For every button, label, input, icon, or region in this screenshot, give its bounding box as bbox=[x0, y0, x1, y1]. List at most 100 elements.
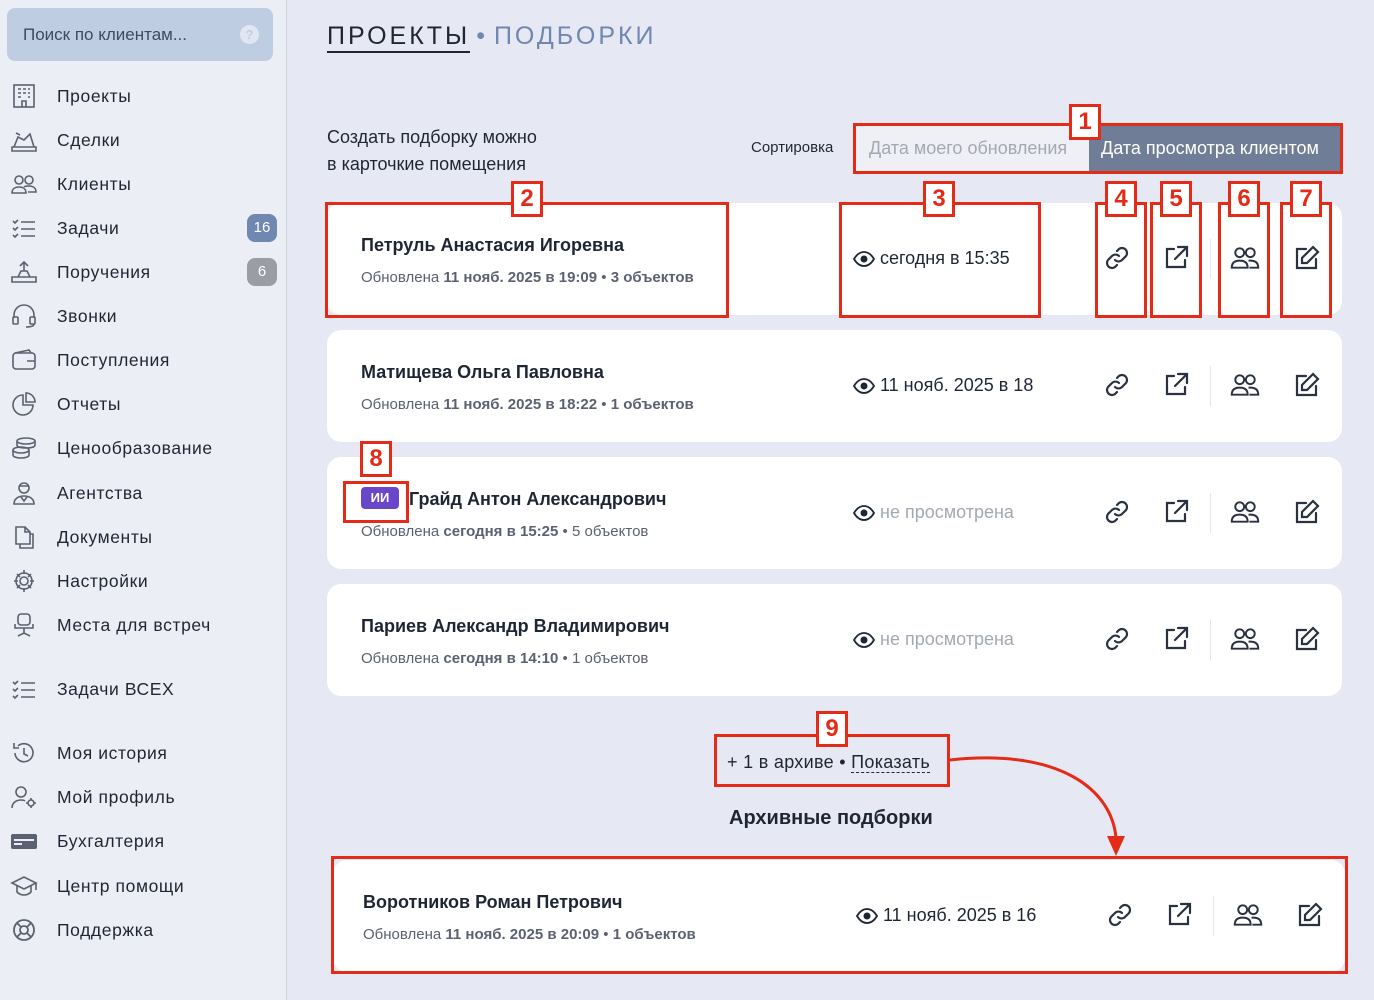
client-access-button[interactable] bbox=[1230, 624, 1264, 654]
tasks-count-badge: 16 bbox=[247, 214, 277, 242]
viewed-text: не просмотрена bbox=[880, 502, 1014, 522]
annotation-box-4 bbox=[1095, 202, 1147, 318]
collection-card[interactable]: ИИ Грайд Антон Александрович Обновлена с… bbox=[327, 457, 1342, 569]
tab-projects[interactable]: ПРОЕКТЫ bbox=[327, 22, 471, 53]
annotation-label-7: 7 bbox=[1290, 181, 1322, 217]
sidebar-item-projects[interactable]: Проекты bbox=[0, 78, 286, 114]
sidebar-item-tasks-all[interactable]: Задачи ВСЕХ bbox=[0, 671, 286, 707]
sidebar-item-label: Клиенты bbox=[57, 173, 132, 194]
updated-prefix: Обновлена bbox=[361, 650, 440, 667]
sidebar: Поиск по клиентам... ? Проекты Сделки Кл… bbox=[0, 0, 287, 1000]
link-icon bbox=[1105, 627, 1129, 651]
sidebar-item-income[interactable]: Поступления bbox=[0, 342, 286, 378]
sidebar-item-label: Бухгалтерия bbox=[57, 830, 165, 851]
lifebuoy-icon bbox=[10, 917, 38, 943]
sidebar-item-support[interactable]: Поддержка bbox=[0, 912, 286, 948]
client-access-button[interactable] bbox=[1230, 497, 1264, 527]
annotation-label-4: 4 bbox=[1105, 181, 1137, 217]
create-hint-line-1: Создать подборку можно bbox=[327, 127, 537, 147]
create-hint: Создать подборку можно в карточкие помещ… bbox=[327, 124, 537, 178]
annotation-label-1: 1 bbox=[1069, 104, 1101, 140]
annotation-label-3: 3 bbox=[923, 181, 955, 217]
client-name[interactable]: Париев Александр Владимирович bbox=[361, 616, 670, 637]
sidebar-item-profile[interactable]: Мой профиль bbox=[0, 779, 286, 815]
sidebar-item-history[interactable]: Моя история bbox=[0, 735, 286, 771]
sort-label: Сортировка bbox=[751, 139, 834, 156]
open-external-button[interactable] bbox=[1161, 370, 1191, 400]
copy-link-button[interactable] bbox=[1102, 370, 1132, 400]
sidebar-item-pricing[interactable]: Ценообразование bbox=[0, 430, 286, 466]
tab-collections[interactable]: ПОДБОРКИ bbox=[494, 22, 657, 50]
sidebar-item-clients[interactable]: Клиенты bbox=[0, 166, 286, 202]
sidebar-item-label: Задачи ВСЕХ bbox=[57, 678, 175, 699]
viewed-status: не просмотрена bbox=[853, 502, 1014, 523]
sidebar-item-label: Центр помощи bbox=[57, 875, 185, 896]
updated-date: 11 нояб. 2025 в 18:22 bbox=[443, 396, 598, 413]
sidebar-item-label: Поручения bbox=[57, 261, 151, 282]
sidebar-item-settings[interactable]: Настройки bbox=[0, 563, 286, 599]
sidebar-item-label: Поддержка bbox=[57, 919, 154, 940]
client-name[interactable]: Грайд Антон Александрович bbox=[409, 489, 666, 510]
users-icon bbox=[1230, 628, 1260, 650]
assignments-count-badge: 6 bbox=[247, 258, 277, 286]
viewed-status: не просмотрена bbox=[853, 629, 1014, 650]
sidebar-item-assignments[interactable]: Поручения 6 bbox=[0, 254, 286, 290]
documents-icon bbox=[10, 524, 38, 550]
chair-icon bbox=[10, 612, 38, 638]
sidebar-item-label: Поступления bbox=[57, 349, 170, 370]
sidebar-item-label: Звонки bbox=[57, 305, 118, 326]
sidebar-item-label: Мой профиль bbox=[57, 786, 176, 807]
accounting-icon bbox=[10, 828, 38, 854]
collection-card[interactable]: Матищева Ольга Павловна Обновлена 11 ноя… bbox=[327, 330, 1342, 442]
sidebar-item-documents[interactable]: Документы bbox=[0, 519, 286, 555]
agent-icon bbox=[10, 480, 38, 506]
sidebar-item-label: Сделки bbox=[57, 129, 121, 150]
open-external-button[interactable] bbox=[1161, 497, 1191, 527]
open-external-button[interactable] bbox=[1161, 624, 1191, 654]
objects-count: 5 объектов bbox=[571, 523, 649, 540]
annotation-box-7 bbox=[1280, 202, 1332, 318]
client-search-input[interactable]: Поиск по клиентам... ? bbox=[7, 8, 273, 61]
copy-link-button[interactable] bbox=[1102, 497, 1132, 527]
annotation-box-2 bbox=[325, 202, 729, 318]
updated-date: сегодня в 15:25 bbox=[443, 523, 559, 540]
sidebar-item-agencies[interactable]: Агентства bbox=[0, 475, 286, 511]
client-access-button[interactable] bbox=[1230, 370, 1264, 400]
annotation-label-9: 9 bbox=[816, 711, 848, 747]
help-icon[interactable]: ? bbox=[240, 25, 259, 44]
sidebar-item-help-center[interactable]: Центр помощи bbox=[0, 868, 286, 904]
sidebar-item-label: Агентства bbox=[57, 482, 143, 503]
objects-count: 1 объектов bbox=[610, 396, 694, 413]
sidebar-item-calls[interactable]: Звонки bbox=[0, 298, 286, 334]
sidebar-item-meeting-places[interactable]: Места для встреч bbox=[0, 607, 286, 643]
annotation-box-6 bbox=[1218, 202, 1270, 318]
sidebar-item-label: Места для встреч bbox=[57, 614, 211, 635]
collection-card[interactable]: Париев Александр Владимирович Обновлена … bbox=[327, 584, 1342, 696]
client-name[interactable]: Матищева Ольга Павловна bbox=[361, 362, 604, 383]
annotation-label-5: 5 bbox=[1160, 181, 1192, 217]
sidebar-item-tasks[interactable]: Задачи 16 bbox=[0, 210, 286, 246]
edit-collection-button[interactable] bbox=[1292, 624, 1322, 654]
archive-section-title: Архивные подборки bbox=[729, 807, 933, 829]
copy-link-button[interactable] bbox=[1102, 624, 1132, 654]
sidebar-item-label: Отчеты bbox=[57, 393, 122, 414]
gear-icon bbox=[10, 568, 38, 594]
collection-meta: Обновлена 11 нояб. 2025 в 18:22 • 1 объе… bbox=[361, 396, 694, 413]
edit-collection-button[interactable] bbox=[1292, 497, 1322, 527]
action-separator bbox=[1210, 620, 1211, 660]
wallet-icon bbox=[10, 347, 38, 373]
edit-collection-button[interactable] bbox=[1292, 370, 1322, 400]
sidebar-item-label: Проекты bbox=[57, 85, 132, 106]
annotation-box-5 bbox=[1150, 202, 1202, 318]
section-tabs: ПРОЕКТЫ • ПОДБОРКИ bbox=[327, 22, 657, 53]
updated-prefix: Обновлена bbox=[361, 396, 440, 413]
external-link-icon bbox=[1165, 372, 1189, 396]
sidebar-item-accounting[interactable]: Бухгалтерия bbox=[0, 823, 286, 859]
updated-date: сегодня в 14:10 bbox=[443, 650, 559, 667]
sidebar-item-reports[interactable]: Отчеты bbox=[0, 386, 286, 422]
annotation-box-archive bbox=[331, 856, 1348, 974]
sidebar-item-deals[interactable]: Сделки bbox=[0, 122, 286, 158]
create-hint-line-2: в карточкие помещения bbox=[327, 154, 526, 174]
eye-icon bbox=[853, 631, 875, 648]
history-icon bbox=[10, 740, 38, 766]
